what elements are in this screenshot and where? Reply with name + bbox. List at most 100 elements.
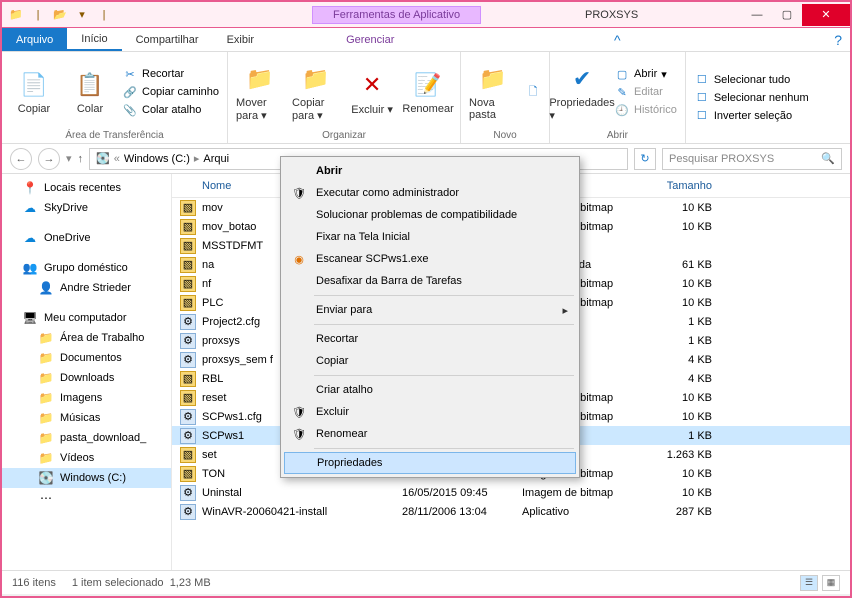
nav-images[interactable]: 📁Imagens [2,388,171,408]
copy-path-button[interactable]: 🔗Copiar caminho [122,84,219,100]
nav-desktop[interactable]: 📁Área de Trabalho [2,328,171,348]
bmp-icon: ▧ [180,295,196,311]
shield-icon: 🛡 [290,425,308,443]
nav-pasta[interactable]: 📁pasta_download_ [2,428,171,448]
app-icon: ⚙ [180,333,196,349]
open-button[interactable]: ▢Abrir ▾ [614,66,677,82]
bmp-icon: ▧ [180,200,196,216]
navigation-pane[interactable]: 📍Locais recentes ☁SkyDrive ☁OneDrive 👥Gr… [2,174,172,570]
qat-dropdown-icon[interactable]: ▾ [74,7,90,23]
nav-user[interactable]: 👤Andre Strieder [2,278,171,298]
paste-shortcut-button[interactable]: 📎Colar atalho [122,102,219,118]
ctx-rename[interactable]: 🛡Renomear [284,423,576,445]
tab-home[interactable]: Início [67,28,121,51]
recent-locations-button[interactable]: ▾ [66,152,72,165]
select-none-button[interactable]: ☐Selecionar nenhum [694,90,809,106]
help-icon[interactable]: ? [834,28,842,51]
bmp-icon: ▧ [180,466,196,482]
window-title: PROXSYS [481,9,742,21]
app-icon: ⚙ [180,352,196,368]
shield-icon: 🛡 [290,403,308,421]
file-row[interactable]: ⚙Uninstal16/05/2015 09:45Imagem de bitma… [172,483,850,502]
group-select-label [694,139,809,141]
forward-button[interactable]: → [38,148,60,170]
drive-icon: 💽 [96,152,110,165]
ctx-compat[interactable]: Solucionar problemas de compatibilidade [284,204,576,226]
nav-videos[interactable]: 📁Vídeos [2,448,171,468]
bmp-icon: ▧ [180,371,196,387]
view-details-button[interactable]: ☰ [800,575,818,591]
nav-skydrive[interactable]: ☁SkyDrive [2,198,171,218]
nav-more[interactable]: ⋯ [2,488,171,508]
nav-homegroup[interactable]: 👥Grupo doméstico [2,258,171,278]
search-icon: 🔍 [821,152,835,165]
copy-button[interactable]: 📄Copiar [10,56,58,128]
ribbon-collapse-icon[interactable]: ^ [614,28,621,51]
group-clipboard-label: Área de Transferência [10,128,219,141]
nav-documents[interactable]: 📁Documentos [2,348,171,368]
status-item-count: 116 itens [12,577,56,589]
rename-button[interactable]: 📝Renomear [404,56,452,128]
select-all-button[interactable]: ☐Selecionar tudo [694,72,809,88]
bmp-icon: ▧ [180,276,196,292]
submenu-arrow-icon: ▸ [562,304,568,317]
app-icon: ⚙ [180,504,196,520]
tab-share[interactable]: Compartilhar [122,28,213,51]
ctx-delete[interactable]: 🛡Excluir [284,401,576,423]
ctx-scan[interactable]: ◉Escanear SCPws1.exe [284,248,576,270]
copy-to-button[interactable]: 📁Copiar para ▾ [292,56,340,128]
nav-onedrive[interactable]: ☁OneDrive [2,228,171,248]
qat-divider: | [30,7,46,23]
group-new-label: Novo [469,128,541,141]
properties-button[interactable]: ✔Propriedades ▾ [558,56,606,128]
ctx-separator [314,295,574,296]
column-size[interactable]: Tamanho [652,180,722,192]
nav-computer[interactable]: 🖥Meu computador [2,308,171,328]
view-icons-button[interactable]: ▦ [822,575,840,591]
new-item-button[interactable]: 🗋 [525,84,541,100]
scan-icon: ◉ [290,250,308,268]
bmp-icon: ▧ [180,219,196,235]
cfg-icon: ⚙ [180,314,196,330]
close-button[interactable]: ✕ [802,4,850,26]
nav-recent[interactable]: 📍Locais recentes [2,178,171,198]
bmp-icon: ▧ [180,390,196,406]
file-row[interactable]: ⚙WinAVR-20060421-install28/11/2006 13:04… [172,502,850,521]
minimize-button[interactable]: — [742,4,772,26]
status-selection: 1 item selecionado 1,23 MB [72,577,211,589]
ctx-create-shortcut[interactable]: Criar atalho [284,379,576,401]
group-open-label: Abrir [558,128,677,141]
ctx-properties[interactable]: Propriedades [284,452,576,474]
ctx-run-as-admin[interactable]: 🛡Executar como administrador [284,182,576,204]
qat-divider2: | [96,7,112,23]
ctx-open[interactable]: Abrir [284,160,576,182]
ctx-separator [314,375,574,376]
nav-cdrive[interactable]: 💽Windows (C:) [2,468,171,488]
cfg-icon: ⚙ [180,409,196,425]
back-button[interactable]: ← [10,148,32,170]
search-input[interactable]: Pesquisar PROXSYS🔍 [662,148,842,170]
edit-button: ✎Editar [614,84,677,100]
ctx-send-to[interactable]: Enviar para▸ [284,299,576,321]
maximize-button[interactable]: ▢ [772,4,802,26]
ctx-pin-start[interactable]: Fixar na Tela Inicial [284,226,576,248]
paste-button[interactable]: 📋Colar [66,56,114,128]
tab-manage[interactable]: Gerenciar [332,28,408,51]
ctx-unpin-taskbar[interactable]: Desafixar da Barra de Tarefas [284,270,576,292]
new-folder-button[interactable]: 📁Nova pasta [469,56,517,128]
bmp-icon: ▧ [180,257,196,273]
invert-selection-button[interactable]: ☐Inverter seleção [694,108,809,124]
delete-button[interactable]: ✕Excluir ▾ [348,56,396,128]
tab-view[interactable]: Exibir [213,28,269,51]
ctx-cut[interactable]: Recortar [284,328,576,350]
ctx-copy[interactable]: Copiar [284,350,576,372]
nav-downloads[interactable]: 📁Downloads [2,368,171,388]
up-button[interactable]: ↑ [78,153,84,165]
refresh-button[interactable]: ↻ [634,148,656,170]
tab-file[interactable]: Arquivo [2,28,67,51]
cut-button[interactable]: ✂Recortar [122,66,219,82]
move-to-button[interactable]: 📁Mover para ▾ [236,56,284,128]
nav-music[interactable]: 📁Músicas [2,408,171,428]
bmp-icon: ▧ [180,447,196,463]
shield-icon: 🛡 [290,184,308,202]
